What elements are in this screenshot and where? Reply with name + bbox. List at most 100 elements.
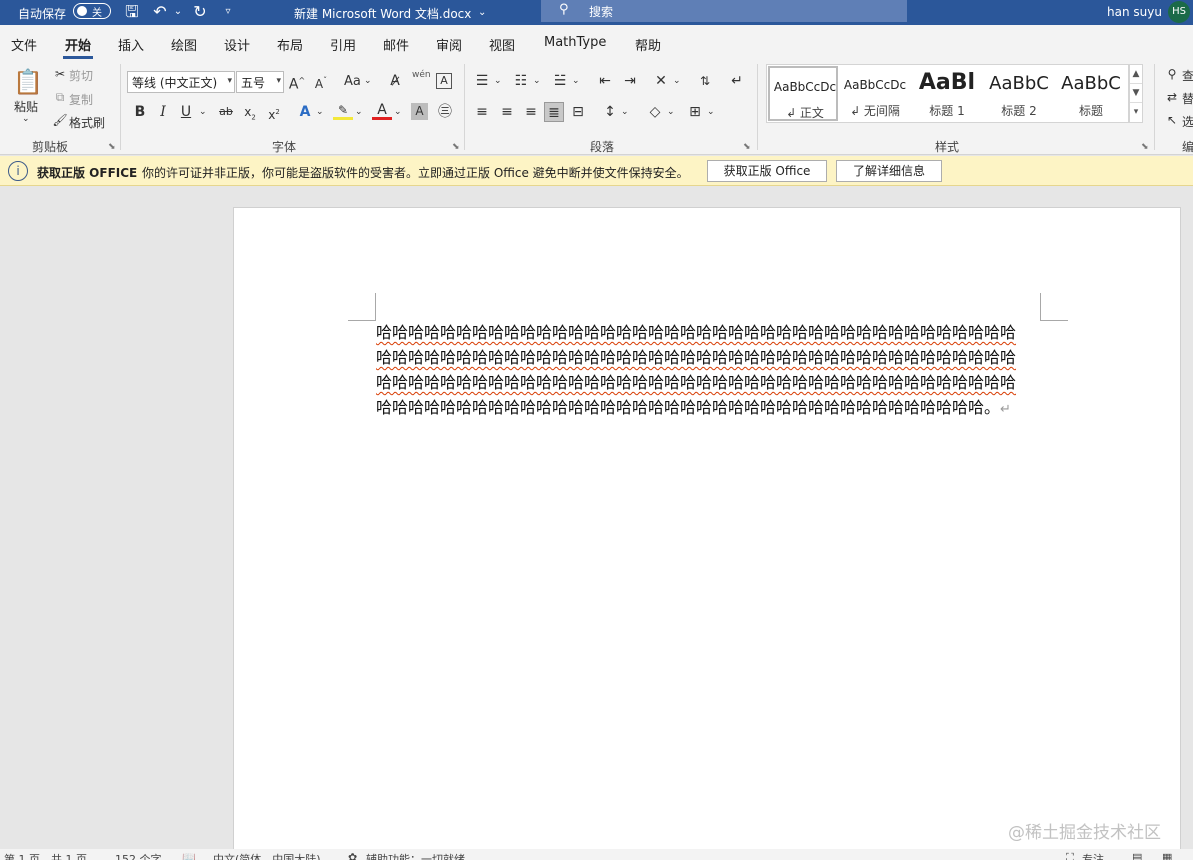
accessibility-status[interactable]: 辅助功能：一切就绪 <box>366 851 465 860</box>
find-icon[interactable]: ⚲ <box>1162 64 1182 84</box>
copy-icon[interactable]: ⧉ <box>50 87 70 107</box>
style-no-spacing[interactable]: AaBbCcDc ↲ 无间隔 <box>840 66 910 121</box>
clear-formatting-icon[interactable]: A̷ <box>385 71 405 91</box>
character-border-icon[interactable]: A <box>436 73 452 89</box>
tab-insert[interactable]: 插入 <box>118 35 144 54</box>
show-marks-icon[interactable]: ↵ <box>727 71 747 91</box>
document-title[interactable]: 新建 Microsoft Word 文档.docx <box>294 5 471 22</box>
font-launcher-icon[interactable]: ⬊ <box>452 142 460 152</box>
line-spacing-dropdown-icon[interactable]: ⌄ <box>621 107 629 117</box>
shading-dropdown-icon[interactable]: ⌄ <box>667 107 675 117</box>
tab-file[interactable]: 文件 <box>11 35 37 54</box>
grow-font-icon[interactable]: A^ <box>287 71 307 93</box>
focus-label[interactable]: 专注 <box>1082 851 1104 860</box>
tab-mathtype[interactable]: MathType <box>544 35 606 50</box>
styles-up-icon[interactable]: ▲ <box>1130 65 1142 84</box>
chinese-layout-icon[interactable]: ✕ <box>651 71 671 91</box>
distributed-icon[interactable]: ⊟ <box>568 102 588 122</box>
font-size-combo[interactable]: 五号 ▾ <box>236 71 284 93</box>
line-spacing-icon[interactable]: ↕ <box>600 102 620 122</box>
bullets-icon[interactable]: ☰ <box>472 71 492 91</box>
style-normal[interactable]: AaBbCcDc ↲ 正文 <box>768 66 838 121</box>
increase-indent-icon[interactable]: ⇥ <box>620 71 640 91</box>
numbering-icon[interactable]: ☷ <box>511 71 531 91</box>
tab-review[interactable]: 审阅 <box>436 35 462 54</box>
sort-icon[interactable]: ⇅ <box>695 71 715 91</box>
align-center-icon[interactable]: ≡ <box>497 102 517 122</box>
subscript-icon[interactable]: x2 <box>240 102 260 122</box>
select-icon[interactable]: ↖ <box>1162 110 1182 130</box>
borders-icon[interactable]: ⊞ <box>685 102 705 122</box>
replace-icon[interactable]: ⇄ <box>1162 87 1182 107</box>
change-case-button[interactable]: Aa <box>344 74 361 89</box>
superscript-icon[interactable]: x2 <box>264 102 284 122</box>
font-color-icon[interactable]: A <box>372 102 392 120</box>
print-layout-icon[interactable]: ▦ <box>1162 851 1172 860</box>
justify-icon[interactable]: ≣ <box>544 102 564 122</box>
undo-dropdown-icon[interactable]: ⌄ <box>168 2 188 22</box>
save-icon[interactable]: 🖫 <box>122 2 142 22</box>
underline-dropdown-icon[interactable]: ⌄ <box>199 107 207 117</box>
get-genuine-button[interactable]: 获取正版 Office <box>707 160 827 182</box>
chinese-layout-dropdown-icon[interactable]: ⌄ <box>673 76 681 86</box>
paste-label[interactable]: 粘贴 <box>14 98 38 115</box>
read-mode-icon[interactable]: ▤ <box>1132 851 1142 860</box>
tab-references[interactable]: 引用 <box>330 35 356 54</box>
learn-more-button[interactable]: 了解详细信息 <box>836 160 942 182</box>
multilevel-list-icon[interactable]: ☱ <box>550 71 570 91</box>
copy-label[interactable]: 复制 <box>69 91 93 108</box>
search-box[interactable]: ⚲ 搜索 <box>541 0 907 22</box>
shrink-font-icon[interactable]: Aˇ <box>311 71 331 91</box>
align-left-icon[interactable]: ≡ <box>472 102 492 122</box>
style-title[interactable]: AaBbC 标题 <box>1056 66 1126 121</box>
enclose-characters-icon[interactable]: ㊂ <box>435 102 455 122</box>
strikethrough-icon[interactable]: ab <box>216 102 236 122</box>
align-right-icon[interactable]: ≡ <box>521 102 541 122</box>
styles-more-icon[interactable]: ▾ <box>1130 103 1142 122</box>
replace-label[interactable]: 替 <box>1182 90 1193 107</box>
language[interactable]: 中文(简体，中国大陆) <box>213 851 321 860</box>
decrease-indent-icon[interactable]: ⇤ <box>595 71 615 91</box>
format-painter-icon[interactable]: 🖌 <box>50 110 70 130</box>
paste-icon[interactable]: 📋 <box>13 67 43 97</box>
autosave-toggle[interactable]: 关 <box>73 3 111 19</box>
numbering-dropdown-icon[interactable]: ⌄ <box>533 76 541 86</box>
format-painter-label[interactable]: 格式刷 <box>69 114 105 131</box>
accessibility-icon[interactable]: ✿ <box>348 851 357 860</box>
change-case-dropdown-icon[interactable]: ⌄ <box>364 76 372 86</box>
select-label[interactable]: 选 <box>1182 113 1193 130</box>
italic-icon[interactable]: I <box>153 102 173 122</box>
redo-icon[interactable]: ↻ <box>190 2 210 22</box>
clipboard-launcher-icon[interactable]: ⬊ <box>108 142 116 152</box>
shading-icon[interactable]: ◇ <box>645 102 665 122</box>
user-name[interactable]: han suyu <box>1107 5 1162 19</box>
tab-layout[interactable]: 布局 <box>277 35 303 54</box>
focus-icon[interactable]: ⛶ <box>1066 851 1074 860</box>
bullets-dropdown-icon[interactable]: ⌄ <box>494 76 502 86</box>
paste-dropdown-icon[interactable]: ⌄ <box>22 114 30 124</box>
font-name-combo[interactable]: 等线 (中文正文) ▾ <box>127 71 235 93</box>
cut-label[interactable]: 剪切 <box>69 67 93 84</box>
font-color-dropdown-icon[interactable]: ⌄ <box>394 107 402 117</box>
tab-design[interactable]: 设计 <box>224 35 250 54</box>
text-effects-dropdown-icon[interactable]: ⌄ <box>316 107 324 117</box>
proofing-icon[interactable]: 📖 <box>182 851 196 860</box>
highlight-icon[interactable]: ✎ <box>333 102 353 120</box>
styles-down-icon[interactable]: ▼ <box>1130 84 1142 103</box>
multilevel-dropdown-icon[interactable]: ⌄ <box>572 76 580 86</box>
underline-icon[interactable]: U <box>176 102 196 122</box>
tab-mailings[interactable]: 邮件 <box>383 35 409 54</box>
style-heading-1[interactable]: AaBl 标题 1 <box>912 66 982 121</box>
tab-home[interactable]: 开始 <box>65 35 91 54</box>
paragraph-launcher-icon[interactable]: ⬊ <box>743 142 751 152</box>
cut-icon[interactable]: ✂ <box>50 64 70 84</box>
phonetic-guide-button[interactable]: wén <box>412 70 431 80</box>
text-effects-icon[interactable]: A <box>295 102 315 122</box>
bold-icon[interactable]: B <box>130 102 150 122</box>
customize-toolbar-icon[interactable]: ▿ <box>218 2 238 22</box>
styles-launcher-icon[interactable]: ⬊ <box>1141 142 1149 152</box>
style-heading-2[interactable]: AaBbC 标题 2 <box>984 66 1054 121</box>
avatar[interactable]: HS <box>1168 1 1190 23</box>
tab-view[interactable]: 视图 <box>489 35 515 54</box>
document-body[interactable]: 哈哈哈哈哈哈哈哈哈哈哈哈哈哈哈哈哈哈哈哈哈哈哈哈哈哈哈哈哈哈哈哈哈哈哈哈哈哈哈哈… <box>376 320 1046 422</box>
